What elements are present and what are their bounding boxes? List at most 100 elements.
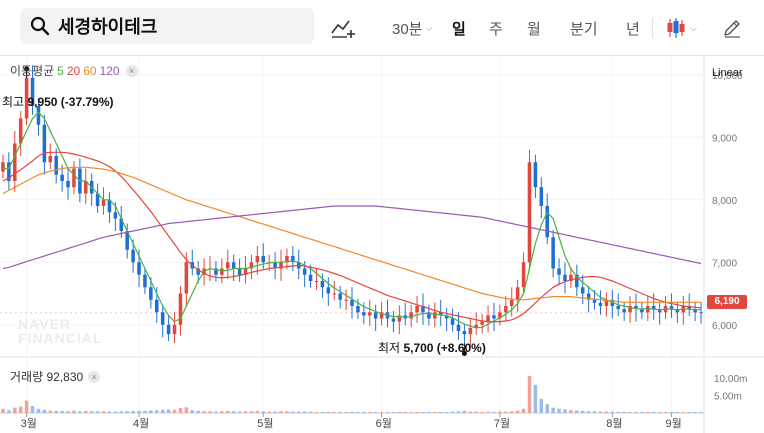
period-year[interactable]: 년 xyxy=(626,16,640,40)
ma-legend-label: 이동평균 xyxy=(10,64,55,78)
period-quarter[interactable]: 분기 xyxy=(570,16,598,40)
period-day[interactable]: 일 xyxy=(452,16,466,40)
volume-bar xyxy=(172,409,177,413)
close-ma-legend-icon[interactable]: × xyxy=(125,64,138,77)
volume-bar xyxy=(474,411,479,413)
candle-body xyxy=(261,256,266,263)
volume-bar xyxy=(225,410,230,413)
candle-body xyxy=(504,306,508,313)
volume-bar xyxy=(113,411,118,413)
chart-canvas[interactable]: 10,0009,0008,0007,0006,0003월 4월 5월 6월 7월 8월 9월… xyxy=(0,56,764,433)
search-query[interactable]: 세경하이테크 xyxy=(58,13,157,39)
volume-bar xyxy=(249,411,254,413)
x-tick-label: 7월 xyxy=(494,417,510,430)
candle-body xyxy=(308,274,313,281)
candle-body xyxy=(72,168,76,188)
candle-body xyxy=(160,312,165,325)
volume-bar xyxy=(563,409,567,413)
scale-mode-toggle[interactable]: Linear xyxy=(712,67,743,79)
candle-body xyxy=(551,237,555,269)
candle-body xyxy=(616,306,620,310)
candle-body xyxy=(137,262,141,275)
volume-bar xyxy=(190,410,195,413)
candle-body xyxy=(131,249,135,263)
volume-bar xyxy=(66,411,70,413)
candle-body xyxy=(356,306,360,313)
candle-body xyxy=(433,312,437,319)
volume-bar xyxy=(166,409,171,413)
add-indicator-button[interactable] xyxy=(330,16,358,40)
period-month[interactable]: 월 xyxy=(527,16,541,40)
naver-financial-watermark: NAVER FINANCIAL xyxy=(18,317,102,345)
volume-bar xyxy=(36,408,41,413)
volume-bar xyxy=(60,410,64,413)
volume-bar xyxy=(154,410,159,413)
candle-body xyxy=(545,206,550,238)
volume-bar xyxy=(338,411,342,413)
volume-bar xyxy=(385,411,390,413)
volume-bar xyxy=(296,411,301,413)
volume-bar xyxy=(285,411,289,413)
volume-bar xyxy=(545,404,550,413)
low-annotation-value: 5,700 (+8.60%) xyxy=(403,341,486,355)
volume-bar xyxy=(634,411,638,413)
volume-bar xyxy=(397,411,402,413)
volume-value: 92,830 xyxy=(46,369,84,384)
candle-body xyxy=(48,156,53,163)
candle-body xyxy=(1,162,5,172)
volume-tick-label: 5.00m xyxy=(714,391,742,402)
volume-bar xyxy=(107,411,112,413)
candle-body xyxy=(580,287,585,294)
volume-bar xyxy=(373,411,378,413)
candle-body xyxy=(326,287,331,294)
candle-body xyxy=(143,274,147,288)
volume-bar xyxy=(616,411,620,413)
y-tick-label: 9,000 xyxy=(712,133,737,144)
volume-bar xyxy=(24,400,29,413)
candle-body xyxy=(13,143,17,181)
candle-body xyxy=(344,299,348,301)
price-chart[interactable]: 10,000 9,000 8,000 7,000 6,000 3월 4월 5월 6월 7월 8월 9월… xyxy=(0,56,764,433)
candle-body xyxy=(468,327,473,335)
volume-legend: 거래량 92,830 × xyxy=(10,368,101,385)
ma5-legend: 5 xyxy=(57,63,64,78)
candle-body xyxy=(415,306,419,313)
volume-bar xyxy=(320,411,325,413)
candle-body xyxy=(456,324,461,331)
candle-body xyxy=(509,299,514,306)
search-icon xyxy=(30,16,50,36)
volume-bar xyxy=(462,410,467,413)
x-tick-label: 5월 xyxy=(257,417,273,430)
candle-body xyxy=(149,287,153,300)
candle-body xyxy=(255,256,260,263)
volume-bar xyxy=(273,411,277,413)
chart-type-button[interactable]: ⌵ xyxy=(664,16,697,40)
high-annotation: 최고 9,950 (-37.79%) xyxy=(2,93,114,110)
volume-bar xyxy=(557,408,561,413)
volume-bar xyxy=(669,411,674,413)
chevron-down-icon: ⌵ xyxy=(690,22,697,33)
volume-bar xyxy=(604,411,609,413)
volume-bar xyxy=(214,411,218,413)
candle-body xyxy=(521,262,526,288)
ma60-legend: 60 xyxy=(83,63,97,78)
volume-bar xyxy=(72,410,76,413)
high-annotation-value: 9,950 (-37.79%) xyxy=(27,95,114,109)
volume-bar xyxy=(379,411,384,413)
ma-line-120 xyxy=(2,205,702,270)
period-week[interactable]: 주 xyxy=(489,16,503,40)
volume-bar xyxy=(149,410,153,413)
volume-bar xyxy=(468,411,473,413)
drawing-tool-button[interactable] xyxy=(722,16,742,40)
y-tick-label: 7,000 xyxy=(712,258,737,269)
candle-body xyxy=(66,181,70,188)
period-30min[interactable]: 30분 ⌵ xyxy=(392,16,432,40)
volume-bar xyxy=(332,411,337,413)
volume-bar xyxy=(18,406,23,413)
volume-bar xyxy=(267,411,271,413)
candle-body xyxy=(539,187,544,206)
volume-bar xyxy=(622,411,626,413)
close-volume-legend-icon[interactable]: × xyxy=(88,370,101,383)
volume-bar xyxy=(640,411,644,413)
stock-search-box[interactable]: 세경하이테크 xyxy=(20,8,314,44)
